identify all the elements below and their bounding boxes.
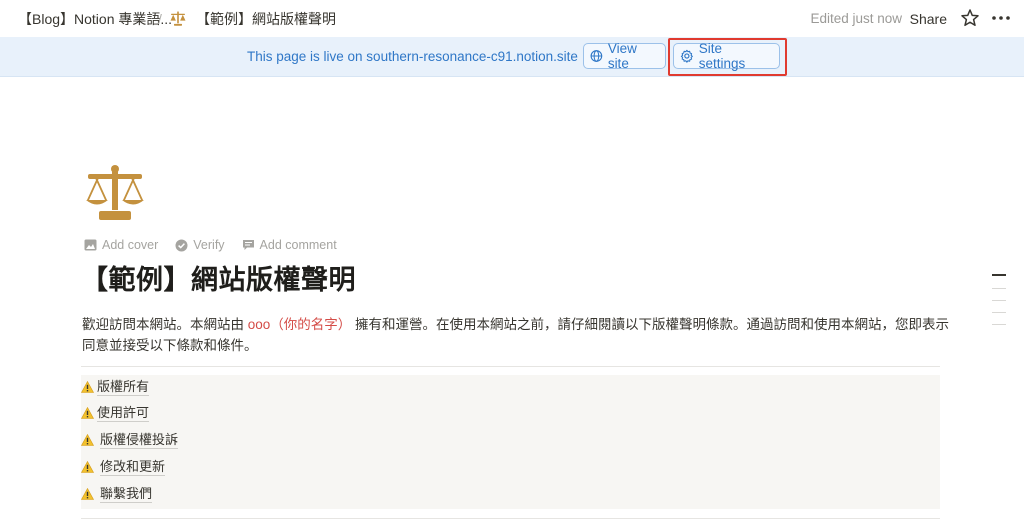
table-of-contents: 版權所有使用許可版權侵權投訴 修改和更新聯繫我們 bbox=[81, 375, 940, 509]
edited-status: Edited just now bbox=[810, 11, 902, 26]
breadcrumb-current[interactable]: 【範例】網站版權聲明 bbox=[170, 0, 336, 37]
divider bbox=[81, 366, 940, 367]
outline-marker[interactable] bbox=[992, 288, 1006, 289]
scales-icon[interactable] bbox=[85, 165, 145, 221]
toc-item[interactable]: 版權所有 bbox=[81, 377, 150, 397]
toc-item-label: 版權侵權投訴 bbox=[100, 431, 179, 449]
outline-marker[interactable] bbox=[992, 300, 1006, 301]
image-icon bbox=[84, 239, 97, 251]
globe-icon bbox=[590, 50, 603, 62]
page-actions: Add cover Verify Add comment bbox=[84, 236, 354, 254]
breadcrumb-separator: / bbox=[158, 10, 162, 27]
toc-item[interactable]: 修改和更新 bbox=[81, 457, 166, 477]
verified-check-icon bbox=[175, 239, 188, 251]
more-options-icon[interactable] bbox=[990, 8, 1012, 28]
comment-icon bbox=[242, 240, 254, 250]
warning-icon bbox=[81, 381, 94, 393]
scales-icon bbox=[170, 11, 186, 26]
share-button[interactable]: Share bbox=[910, 0, 947, 37]
warning-icon bbox=[81, 461, 94, 473]
published-banner: This page is live on southern-resonance-… bbox=[0, 37, 1024, 77]
intro-text-before: 歡迎訪問本網站。本網站由 bbox=[82, 317, 248, 332]
intro-paragraph[interactable]: 歡迎訪問本網站。本網站由 ooo（你的名字） 擁有和運營。在使用本網站之前，請仔… bbox=[82, 314, 952, 356]
toc-item-label: 使用許可 bbox=[97, 404, 150, 422]
toc-item[interactable]: 聯繫我們 bbox=[81, 484, 153, 504]
toc-item-label: 版權所有 bbox=[97, 378, 150, 396]
view-site-button[interactable]: View site bbox=[583, 41, 666, 71]
warning-icon bbox=[81, 434, 94, 446]
site-settings-highlight bbox=[668, 38, 787, 76]
toc-item[interactable]: 版權侵權投訴 bbox=[81, 430, 179, 450]
page-title[interactable]: 【範例】網站版權聲明 bbox=[81, 258, 356, 297]
toc-item-label: 修改和更新 bbox=[100, 458, 166, 476]
breadcrumb-current-label: 【範例】網站版權聲明 bbox=[196, 10, 336, 27]
outline-marker[interactable] bbox=[992, 324, 1006, 325]
add-cover-label: Add cover bbox=[102, 238, 159, 252]
warning-icon bbox=[81, 488, 94, 500]
outline-marker[interactable] bbox=[992, 312, 1006, 313]
top-bar: 【Blog】Notion 專業語... / 【範例】網站版權聲明 Edited … bbox=[0, 0, 1024, 37]
view-site-label: View site bbox=[607, 41, 637, 71]
intro-name-placeholder: ooo（你的名字） bbox=[247, 317, 352, 332]
verify-label: Verify bbox=[193, 238, 225, 252]
add-comment-button[interactable]: Add comment bbox=[242, 238, 337, 252]
divider bbox=[81, 518, 940, 519]
add-cover-button[interactable]: Add cover bbox=[84, 238, 158, 252]
outline-marker-active[interactable] bbox=[992, 274, 1006, 276]
toc-item-label: 聯繫我們 bbox=[100, 485, 153, 503]
warning-icon bbox=[81, 407, 94, 419]
add-comment-label: Add comment bbox=[259, 238, 337, 252]
star-icon[interactable] bbox=[960, 8, 980, 28]
toc-item[interactable]: 使用許可 bbox=[81, 403, 150, 423]
verify-button[interactable]: Verify bbox=[175, 238, 225, 252]
breadcrumb-parent[interactable]: 【Blog】Notion 專業語... bbox=[18, 0, 172, 37]
published-banner-text: This page is live on southern-resonance-… bbox=[247, 49, 578, 64]
